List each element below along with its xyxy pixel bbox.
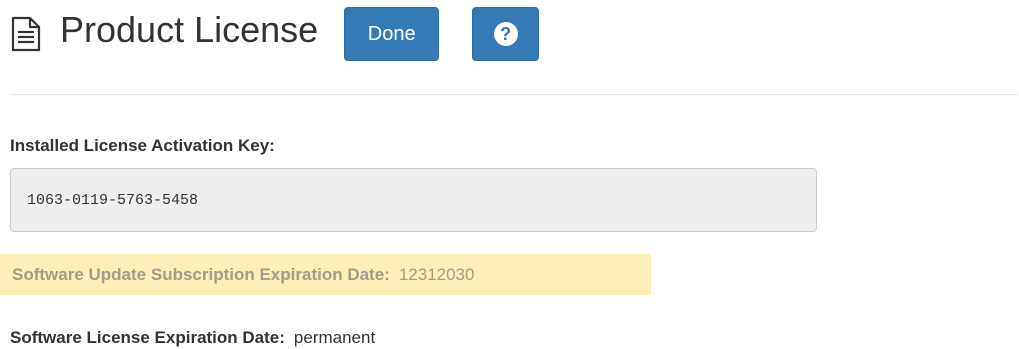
- license-expiration-row: Software License Expiration Date: perman…: [10, 328, 375, 348]
- activation-key-field[interactable]: 1063-0119-5763-5458: [10, 168, 817, 232]
- license-expiration-label: Software License Expiration Date:: [10, 328, 285, 347]
- product-license-page: Product License Done ? Installed License…: [0, 0, 1019, 349]
- subscription-expiration-label: Software Update Subscription Expiration …: [12, 264, 390, 284]
- help-icon: ?: [493, 22, 518, 46]
- document-icon: [10, 16, 42, 52]
- license-expiration-value: permanent: [293, 328, 376, 347]
- done-button[interactable]: Done: [344, 7, 440, 61]
- page-header: Product License Done ?: [10, 6, 540, 62]
- subscription-expiration-row: Software Update Subscription Expiration …: [0, 254, 651, 295]
- help-button[interactable]: ?: [472, 7, 540, 61]
- header-divider: [10, 94, 1018, 95]
- activation-key-label: Installed License Activation Key:: [10, 136, 275, 155]
- page-title: Product License: [60, 9, 319, 50]
- subscription-expiration-value: 12312030: [398, 264, 475, 284]
